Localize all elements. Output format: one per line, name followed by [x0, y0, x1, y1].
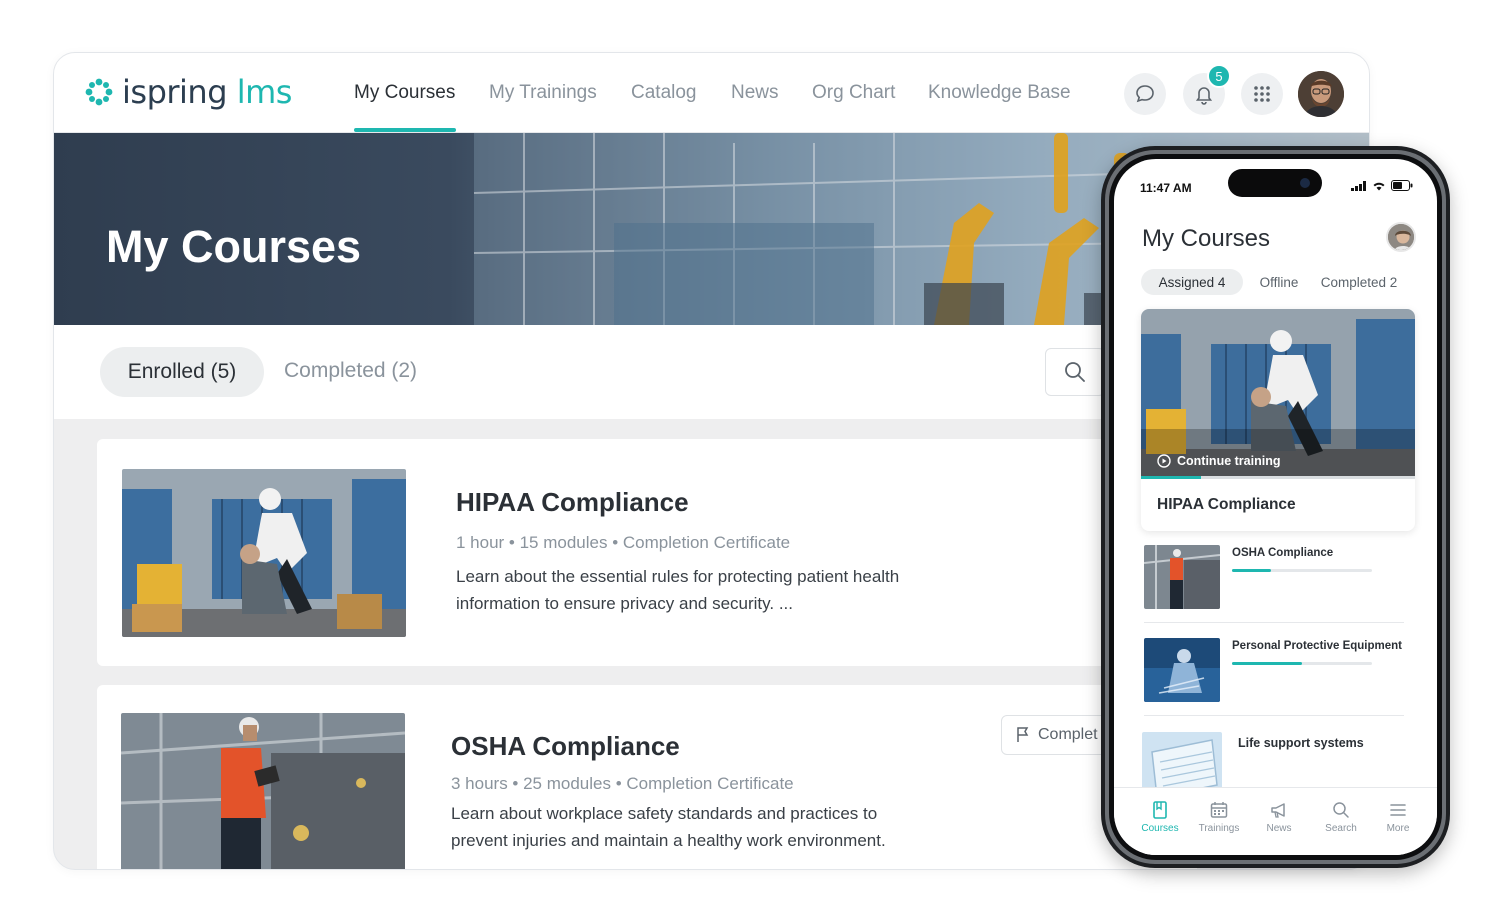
nav-knowledge-base[interactable]: Knowledge Base [928, 82, 1071, 104]
chat-button[interactable] [1124, 73, 1166, 115]
course-title[interactable]: HIPAA Compliance [456, 487, 689, 518]
tabbar-news[interactable]: News [1249, 800, 1309, 834]
active-nav-indicator [354, 128, 456, 132]
logo[interactable]: ispring lms [84, 73, 292, 111]
course-thumbnail [122, 469, 406, 637]
status-time: 11:47 AM [1140, 181, 1192, 195]
book-icon [1153, 801, 1167, 819]
phone-mockup: 11:47 AM My Courses Assigned 4 Offline C… [1101, 146, 1450, 868]
wifi-icon [1373, 182, 1385, 190]
play-circle-icon [1157, 454, 1171, 468]
apps-button[interactable] [1241, 73, 1283, 115]
tab-completed[interactable]: Completed (2) [284, 359, 417, 383]
nav-catalog[interactable]: Catalog [631, 82, 697, 104]
status-icons [1351, 180, 1413, 191]
complete-button-label: Complet [1038, 726, 1098, 743]
search-icon [1333, 802, 1349, 818]
search-button[interactable] [1045, 348, 1105, 396]
course-title[interactable]: OSHA Compliance [451, 731, 680, 762]
course-thumbnail [121, 713, 405, 869]
featured-course-title: HIPAA Compliance [1157, 496, 1296, 513]
logo-text: ispring lms [122, 73, 292, 111]
complete-button[interactable]: Complet [1001, 715, 1111, 755]
battery-icon [1391, 180, 1413, 191]
tabbar-trainings[interactable]: Trainings [1189, 800, 1249, 834]
list-item[interactable]: OSHA Compliance [1144, 537, 1404, 623]
chat-icon [1136, 85, 1154, 103]
calendar-icon [1210, 802, 1228, 818]
signal-icon [1351, 180, 1366, 191]
bell-icon [1195, 87, 1213, 105]
course-thumbnail [1144, 545, 1220, 609]
course-description: Learn about workplace safety standards a… [451, 804, 886, 850]
course-title: Life support systems [1238, 736, 1364, 750]
flag-icon [1017, 727, 1029, 742]
course-card[interactable]: HIPAA Compliance 1 hour • 15 modules • C… [97, 439, 1197, 666]
phone-tab-offline[interactable]: Offline [1254, 269, 1304, 295]
course-description: Learn about the essential rules for prot… [456, 567, 900, 613]
notification-badge: 5 [1207, 64, 1231, 88]
course-meta: 3 hours • 25 modules • Completion Certif… [451, 774, 794, 793]
megaphone-icon [1271, 803, 1285, 818]
ispring-logo-icon [85, 78, 113, 106]
tab-enrolled[interactable]: Enrolled (5) [100, 347, 264, 397]
tabbar-search[interactable]: Search [1311, 800, 1371, 834]
nav-news[interactable]: News [731, 82, 779, 104]
tabbar-courses[interactable]: Courses [1130, 800, 1190, 834]
course-card[interactable]: OSHA Compliance 3 hours • 25 modules • C… [97, 685, 1197, 869]
course-meta: 1 hour • 15 modules • Completion Certifi… [456, 533, 791, 552]
phone-page-title: My Courses [1142, 225, 1271, 252]
continue-training-button[interactable]: Continue training [1157, 454, 1280, 468]
user-avatar[interactable] [1298, 71, 1344, 117]
course-thumbnail [1144, 638, 1220, 702]
course-title: OSHA Compliance [1232, 547, 1334, 559]
page-title: My Courses [106, 221, 362, 272]
search-icon [1065, 362, 1085, 382]
nav-my-trainings[interactable]: My Trainings [489, 82, 597, 104]
nav-org-chart[interactable]: Org Chart [812, 82, 895, 104]
featured-course-card[interactable]: Continue training HIPAA Compliance [1141, 309, 1415, 531]
dynamic-island [1228, 169, 1322, 197]
course-progress-bar [1232, 662, 1372, 665]
nav-my-courses[interactable]: My Courses [354, 82, 455, 104]
phone-tab-assigned[interactable]: Assigned 4 [1141, 269, 1243, 295]
course-progress-bar [1232, 569, 1372, 572]
phone-screen: 11:47 AM My Courses Assigned 4 Offline C… [1114, 159, 1437, 855]
phone-tab-bar: Courses Trainings News Search More [1114, 787, 1437, 855]
notifications-button[interactable]: 5 [1183, 64, 1231, 115]
phone-tab-completed[interactable]: Completed 2 [1316, 269, 1402, 295]
continue-training-label: Continue training [1177, 454, 1281, 468]
list-item[interactable]: Personal Protective Equipment [1144, 630, 1404, 716]
phone-user-avatar[interactable] [1386, 222, 1416, 252]
top-navigation: ispring lms My Courses My Trainings Cata… [54, 53, 1369, 133]
course-title: Personal Protective Equipment [1232, 640, 1402, 652]
menu-icon [1390, 804, 1406, 816]
grid-icon [1254, 86, 1270, 102]
featured-progress-bar [1141, 476, 1415, 479]
tabbar-more[interactable]: More [1368, 800, 1428, 834]
